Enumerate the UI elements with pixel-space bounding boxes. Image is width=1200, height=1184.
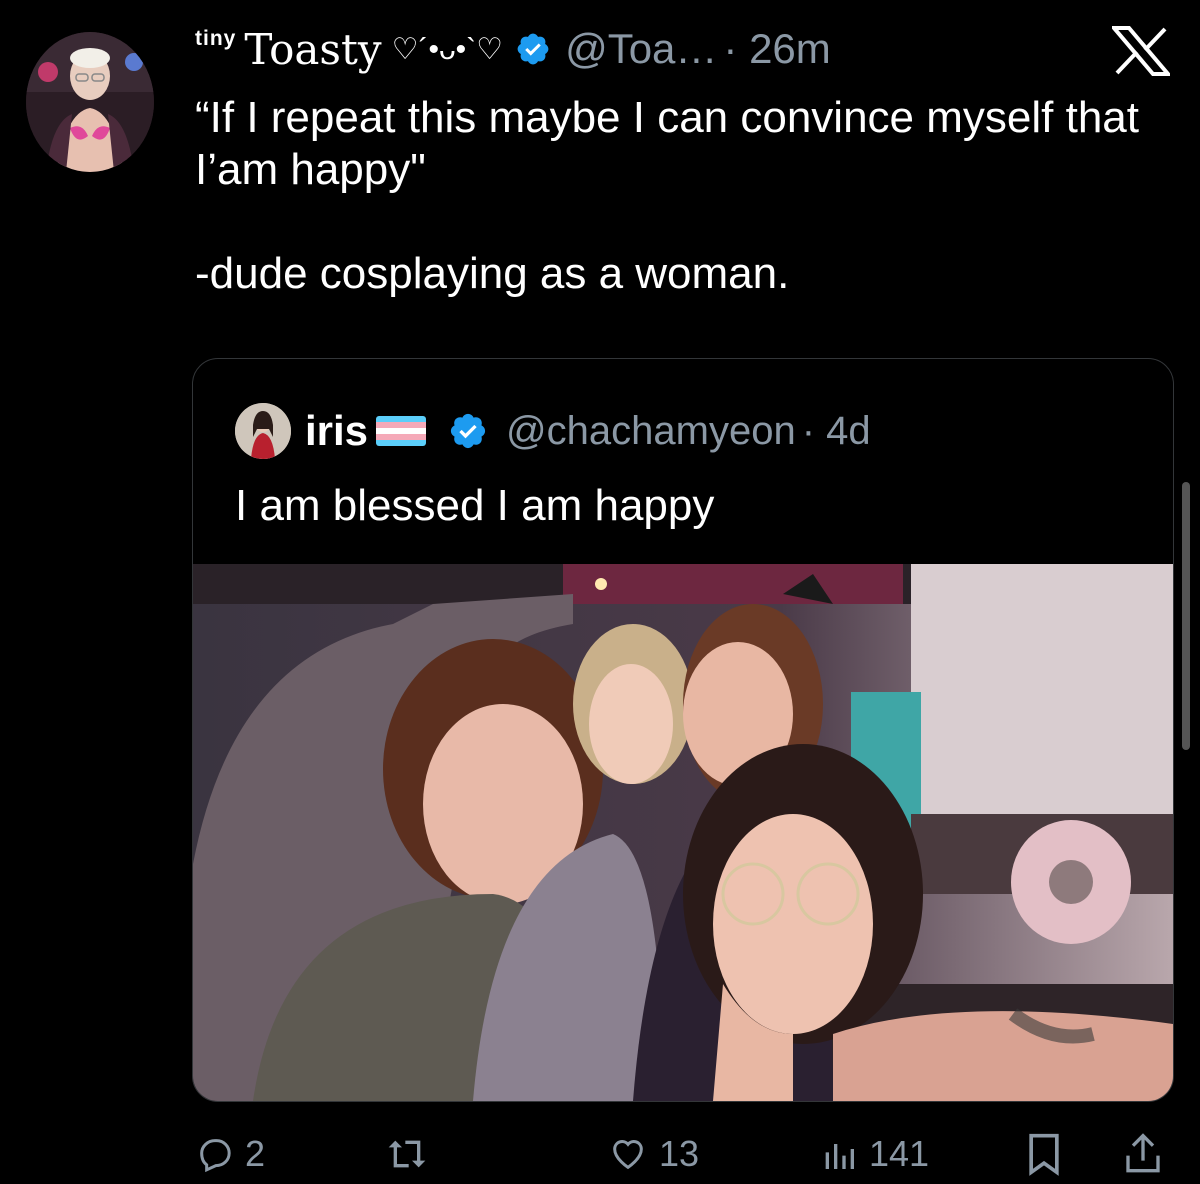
quoted-tweet-time[interactable]: · 4d [802,409,871,454]
author-name[interactable]: Toasty [244,25,381,74]
views-icon [819,1134,859,1174]
author-avatar[interactable] [26,32,154,172]
reply-icon [195,1134,235,1174]
reply-count: 2 [245,1133,266,1174]
tweet-time[interactable]: · 26m [723,25,830,73]
views-count: 141 [869,1133,930,1174]
reply-button[interactable]: 2 [195,1124,265,1184]
share-icon [1123,1132,1163,1176]
tweet-actions: 2 13 141 [195,1124,1175,1184]
author-name-prefix[interactable]: tiny [195,27,236,51]
tweet-header: tiny Toasty ♡´•ᴗ•`♡ @Toa… · 26m [195,18,831,80]
views-button[interactable]: 141 [819,1124,929,1184]
like-icon [607,1134,649,1174]
quoted-author-name[interactable]: iris [305,407,368,455]
quoted-tweet-card[interactable]: iris @chachamyeon · 4d I am blessed I am… [192,358,1174,1102]
bookmark-button[interactable] [1025,1124,1063,1184]
verified-badge-icon [515,31,551,67]
retweet-icon [385,1134,429,1174]
quoted-author-avatar[interactable] [235,403,291,459]
author-handle[interactable]: @Toa… [565,25,717,73]
tweet-text: “If I repeat this maybe I can convince m… [195,93,1139,298]
bookmark-icon [1025,1132,1063,1176]
quoted-tweet-header: iris @chachamyeon · 4d [305,403,871,459]
trans-flag-icon [376,416,427,446]
verified-badge-icon [448,411,488,451]
share-button[interactable] [1123,1124,1163,1184]
like-button[interactable]: 13 [607,1124,699,1184]
quoted-tweet-text: I am blessed I am happy [235,481,715,530]
quoted-author-handle[interactable]: @chachamyeon [506,409,796,454]
scrollbar[interactable] [1182,482,1190,750]
x-logo-icon [1109,26,1173,76]
author-name-decoration: ♡´•ᴗ•`♡ [391,32,504,66]
like-count: 13 [659,1133,700,1174]
retweet-button[interactable] [385,1124,429,1184]
quoted-tweet-photo[interactable] [193,564,1173,1101]
